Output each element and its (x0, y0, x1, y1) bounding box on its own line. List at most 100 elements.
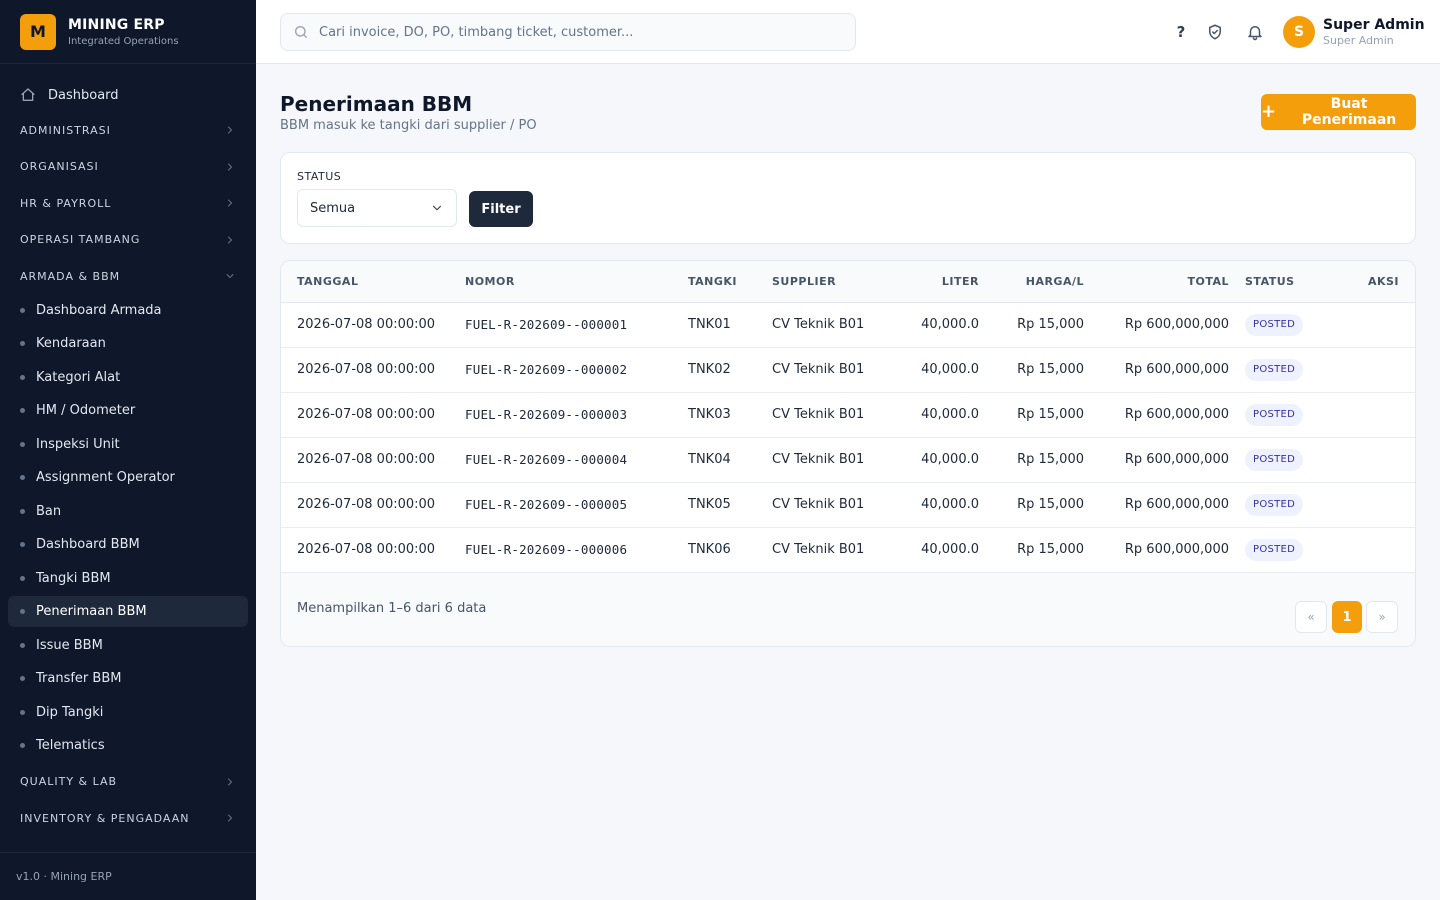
cell-total: Rp 600,000,000 (1124, 407, 1229, 422)
cell-harga: Rp 15,000 (1017, 452, 1084, 467)
sidebar-item-dip-tangki[interactable]: Dip Tangki (8, 697, 248, 728)
receipts-table: TANGGAL NOMOR TANGKI SUPPLIER LITER HARGA/L TO… (281, 261, 1415, 573)
cell-nomor[interactable]: FUEL-R-202609--000006 (465, 527, 688, 572)
sidebar-group-organisasi[interactable]: ORGANISASI (0, 149, 256, 186)
status-select[interactable]: Semua (297, 189, 457, 227)
cell-tangki: TNK05 (688, 497, 731, 512)
cell-status: POSTED (1229, 302, 1345, 347)
sidebar-item-kategori-alat[interactable]: Kategori Alat (8, 362, 248, 393)
avatar[interactable]: S (1283, 16, 1315, 48)
sidebar-item-label: Ban (36, 503, 62, 519)
brand: M MINING ERP Integrated Operations (0, 0, 256, 64)
bullet-icon (20, 441, 25, 447)
cell-status: POSTED (1229, 437, 1345, 482)
sidebar: M MINING ERP Integrated Operations Dashb… (0, 0, 256, 900)
user-info[interactable]: Super Admin Super Admin (1323, 17, 1425, 47)
status-badge: POSTED (1245, 493, 1304, 516)
sidebar-group-label: ORGANISASI (20, 160, 99, 174)
bell-icon[interactable] (1243, 20, 1267, 44)
search-input[interactable] (319, 24, 839, 40)
sidebar-group-hr-payroll[interactable]: HR & PAYROLL (0, 185, 256, 222)
sidebar-item-penerimaan-bbm[interactable]: Penerimaan BBM (8, 596, 248, 627)
sidebar-group-quality-lab[interactable]: QUALITY & LAB (0, 764, 256, 801)
cell-tangki: TNK03 (688, 407, 731, 422)
sidebar-group-operasi-tambang[interactable]: OPERASI TAMBANG (0, 222, 256, 259)
brand-logo: M (20, 13, 56, 50)
pagination-prev-button[interactable]: « (1295, 601, 1327, 633)
help-icon[interactable]: ? (1169, 20, 1193, 44)
sidebar-item-hm-odometer[interactable]: HM / Odometer (8, 395, 248, 426)
sidebar-item-transfer-bbm[interactable]: Transfer BBM (8, 663, 248, 694)
column-header-harga-l: HARGA/L (979, 261, 1084, 303)
sidebar-item-label: Issue BBM (36, 637, 103, 653)
status-badge: POSTED (1245, 313, 1304, 336)
sidebar-item-tangki-bbm[interactable]: Tangki BBM (8, 563, 248, 594)
sidebar-item-ban[interactable]: Ban (8, 496, 248, 527)
filter-button[interactable]: Filter (469, 191, 533, 227)
sidebar-item-assignment-operator[interactable]: Assignment Operator (8, 462, 248, 493)
cell-harga: Rp 15,000 (1017, 497, 1084, 512)
sidebar-item-label: Assignment Operator (36, 470, 175, 485)
sidebar-item-kendaraan[interactable]: Kendaraan (8, 328, 248, 359)
bullet-icon (20, 743, 25, 748)
cell-tanggal: 2026-07-08 00:00:00 (297, 542, 436, 557)
sidebar-item-dashboard-bbm[interactable]: Dashboard BBM (8, 529, 248, 560)
cell-nomor[interactable]: FUEL-R-202609--000002 (465, 347, 688, 392)
sidebar-item-label: Kategori Alat (36, 369, 121, 385)
sidebar-item-label: Penerimaan BBM (36, 604, 147, 619)
sidebar-group-administrasi[interactable]: ADMINISTRASI (0, 112, 256, 149)
cell-aksi (1345, 392, 1415, 437)
table-row[interactable]: 2026-07-08 00:00:00 FUEL-R-202609--000006… (281, 527, 1415, 572)
filter-card: STATUS Semua Filter (280, 152, 1416, 244)
home-icon (21, 88, 35, 101)
cell-tangki: TNK06 (688, 542, 731, 557)
cell-nomor[interactable]: FUEL-R-202609--000004 (465, 437, 688, 482)
search-box (280, 13, 856, 51)
topbar: ? S Super Admin Super Admin (256, 0, 1440, 64)
sidebar-group-inventory-pengadaan[interactable]: INVENTORY & PENGADAAN (0, 800, 256, 837)
bullet-icon (20, 341, 25, 346)
create-receipt-button[interactable]: + Buat Penerimaan (1261, 94, 1416, 130)
cell-liter: 40,000.0 (921, 452, 979, 467)
table-row[interactable]: 2026-07-08 00:00:00 FUEL-R-202609--000003… (281, 392, 1415, 437)
bullet-icon (20, 575, 25, 581)
table-row[interactable]: 2026-07-08 00:00:00 FUEL-R-202609--000005… (281, 482, 1415, 527)
cell-harga: Rp 15,000 (1017, 317, 1084, 332)
cell-nomor[interactable]: FUEL-R-202609--000003 (465, 392, 688, 437)
cell-aksi (1345, 302, 1415, 347)
cell-nomor[interactable]: FUEL-R-202609--000005 (465, 482, 688, 527)
cell-nomor[interactable]: FUEL-R-202609--000001 (465, 302, 688, 347)
sidebar-group-armada[interactable]: ARMADA & BBM (0, 258, 256, 295)
pagination-page-1[interactable]: 1 (1332, 601, 1362, 633)
chevron-right-icon (228, 126, 232, 134)
sidebar-item-telematics[interactable]: Telematics (8, 730, 248, 761)
cell-supplier: CV Teknik B01 (772, 497, 865, 512)
sidebar-item-label: Dashboard BBM (36, 537, 140, 552)
chevron-right-icon (228, 163, 232, 171)
cell-total: Rp 600,000,000 (1124, 362, 1229, 377)
status-badge: POSTED (1245, 403, 1304, 426)
sidebar-item-dashboard-armada[interactable]: Dashboard Armada (8, 295, 248, 326)
pagination-summary: Menampilkan 1–6 dari 6 data (297, 601, 487, 616)
sidebar-item-issue-bbm[interactable]: Issue BBM (8, 630, 248, 661)
plus-icon: + (1261, 101, 1277, 122)
cell-total: Rp 600,000,000 (1124, 317, 1229, 332)
cell-harga: Rp 15,000 (1017, 407, 1084, 422)
sidebar-item-label: Dashboard (48, 87, 119, 103)
cell-liter: 40,000.0 (921, 407, 979, 422)
chevron-right-icon (228, 814, 232, 822)
cell-aksi (1345, 347, 1415, 392)
sidebar-item-label: HM / Odometer (36, 403, 136, 418)
table-row[interactable]: 2026-07-08 00:00:00 FUEL-R-202609--000004… (281, 437, 1415, 482)
sidebar-item-dashboard[interactable]: Dashboard (8, 78, 248, 112)
table-row[interactable]: 2026-07-08 00:00:00 FUEL-R-202609--000002… (281, 347, 1415, 392)
sidebar-item-label: Transfer BBM (36, 671, 122, 686)
cell-liter: 40,000.0 (921, 497, 979, 512)
pagination-next-button[interactable]: » (1366, 601, 1398, 633)
table-row[interactable]: 2026-07-08 00:00:00 FUEL-R-202609--000001… (281, 302, 1415, 347)
sidebar-item-inspeksi-unit[interactable]: Inspeksi Unit (8, 429, 248, 460)
column-header-nomor: NOMOR (465, 261, 688, 303)
bullet-icon (20, 374, 25, 380)
cell-harga: Rp 15,000 (1017, 542, 1084, 557)
shield-icon[interactable] (1203, 20, 1227, 44)
